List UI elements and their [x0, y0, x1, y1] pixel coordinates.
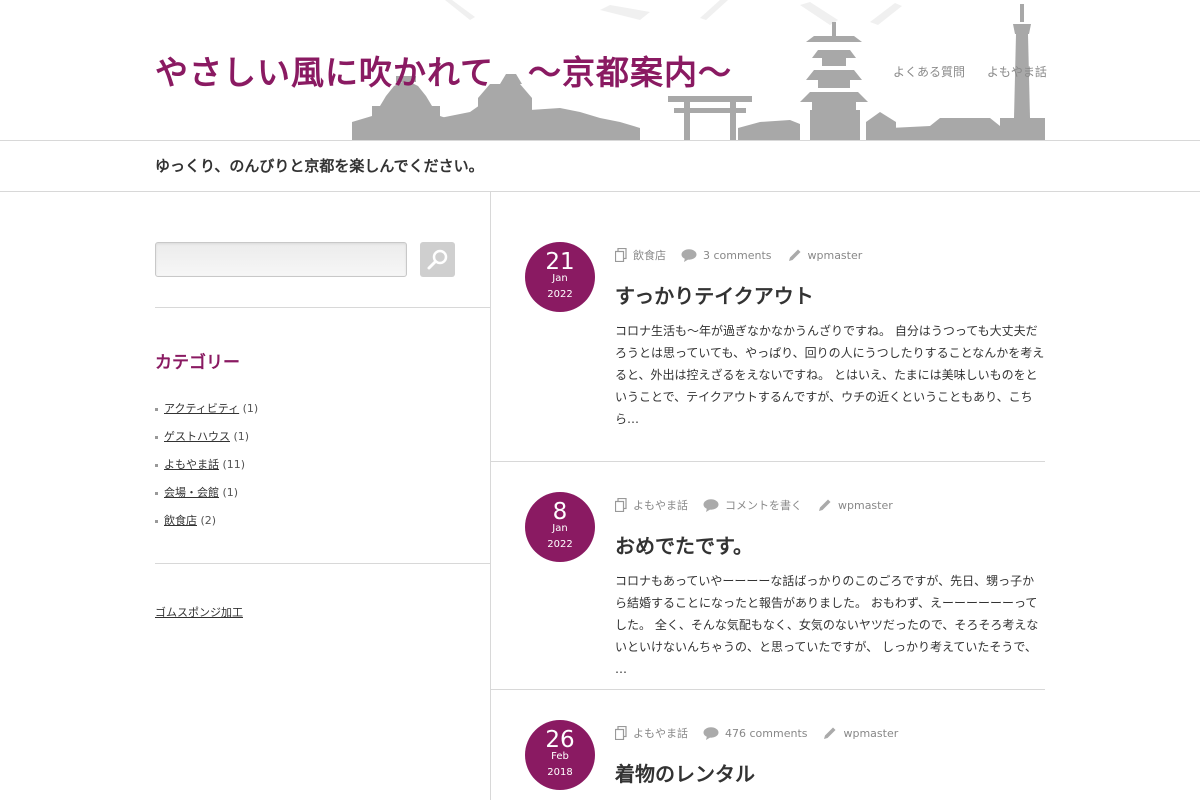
bullet-icon: [155, 463, 158, 467]
post-author-label[interactable]: wpmaster: [838, 499, 893, 512]
date-month: Jan: [552, 273, 568, 284]
category-count: (11): [222, 458, 246, 471]
category-item: 会場・会館 (1): [155, 484, 258, 512]
post-comments-label[interactable]: コメントを書く: [725, 497, 802, 513]
post-meta: よもやま話 コメントを書く wpmaster: [615, 497, 908, 513]
post-entry: 21 Jan 2022 飲食店 3 comments wpmaster すっかり…: [491, 242, 1045, 462]
date-badge: 21 Jan 2022: [525, 242, 595, 312]
bullet-icon: [155, 491, 158, 495]
post-author[interactable]: wpmaster: [817, 498, 893, 513]
post-entry: 26 Feb 2018 よもやま話 476 comments wpmaster …: [491, 720, 1045, 800]
search-button[interactable]: [420, 242, 455, 277]
date-year: 2022: [547, 539, 573, 550]
top-navigation: よくある質問 よもやま話: [893, 63, 1065, 80]
search-icon: [427, 249, 448, 270]
bullet-icon: [155, 407, 158, 411]
category-count: (1): [233, 430, 250, 443]
post-author[interactable]: wpmaster: [822, 726, 898, 741]
post-meta: よもやま話 476 comments wpmaster: [615, 725, 913, 741]
nav-item-yomoyama[interactable]: よもやま話: [987, 65, 1047, 79]
comment-icon: [703, 498, 719, 512]
post-comments[interactable]: コメントを書く: [703, 497, 802, 513]
bullet-icon: [155, 519, 158, 523]
category-link[interactable]: アクティビティ: [164, 402, 239, 415]
post-comments-label[interactable]: 476 comments: [725, 727, 807, 740]
comment-icon: [681, 248, 697, 262]
date-month: Jan: [552, 523, 568, 534]
post-author[interactable]: wpmaster: [787, 248, 863, 263]
sidebar: カテゴリー アクティビティ (1) ゲストハウス (1) よもやま話 (11) …: [155, 192, 490, 800]
document-icon: [615, 726, 627, 740]
category-count: (1): [222, 486, 239, 499]
date-badge: 8 Jan 2022: [525, 492, 595, 562]
post-category-label[interactable]: よもやま話: [633, 725, 688, 741]
post-title[interactable]: 着物のレンタル: [615, 758, 755, 787]
post-divider: [491, 689, 1045, 690]
category-item: アクティビティ (1): [155, 400, 258, 428]
site-header: やさしい風に吹かれて 〜京都案内〜 よくある質問 よもやま話: [0, 0, 1200, 141]
nav-item-faq[interactable]: よくある質問: [893, 65, 965, 79]
post-title[interactable]: すっかりテイクアウト: [615, 280, 814, 309]
site-tagline: ゆっくり、のんびりと京都を楽しんでください。: [155, 157, 484, 175]
post-category[interactable]: よもやま話: [615, 497, 688, 513]
date-day: 21: [545, 249, 575, 275]
category-link[interactable]: 飲食店: [164, 514, 197, 527]
post-entry: 8 Jan 2022 よもやま話 コメントを書く wpmaster おめでたです…: [491, 492, 1045, 690]
category-link[interactable]: 会場・会館: [164, 486, 219, 499]
tagline-bar: ゆっくり、のんびりと京都を楽しんでください。: [0, 141, 1200, 192]
post-comments[interactable]: 476 comments: [703, 727, 807, 740]
site-title[interactable]: やさしい風に吹かれて 〜京都案内〜: [155, 46, 732, 94]
date-month: Feb: [551, 751, 569, 762]
document-icon: [615, 498, 627, 512]
categories-heading: カテゴリー: [155, 353, 240, 373]
pencil-icon: [788, 249, 800, 261]
sidebar-divider: [155, 563, 490, 564]
post-title[interactable]: おめでたです。: [615, 530, 753, 559]
pencil-icon: [824, 727, 836, 739]
date-day: 26: [545, 727, 575, 753]
date-year: 2022: [547, 289, 573, 300]
sidebar-divider: [155, 307, 490, 308]
date-badge: 26 Feb 2018: [525, 720, 595, 790]
post-comments[interactable]: 3 comments: [681, 249, 772, 262]
post-divider: [491, 461, 1045, 462]
category-item: ゲストハウス (1): [155, 428, 258, 456]
post-author-label[interactable]: wpmaster: [808, 249, 863, 262]
category-count: (1): [242, 402, 259, 415]
post-meta: 飲食店 3 comments wpmaster: [615, 247, 877, 263]
date-day: 8: [552, 499, 568, 525]
post-category-label[interactable]: よもやま話: [633, 497, 688, 513]
category-link[interactable]: ゲストハウス: [164, 430, 230, 443]
post-category[interactable]: 飲食店: [615, 247, 666, 263]
bullet-icon: [155, 435, 158, 439]
post-category-label[interactable]: 飲食店: [633, 247, 666, 263]
date-year: 2018: [547, 767, 573, 778]
pencil-icon: [819, 499, 831, 511]
comment-icon: [703, 726, 719, 740]
category-item: よもやま話 (11): [155, 456, 258, 484]
category-item: 飲食店 (2): [155, 512, 258, 540]
post-category[interactable]: よもやま話: [615, 725, 688, 741]
post-excerpt: コロナもあっていやーーーーな話ばっかりのこのごろですが、先日、甥っ子から結婚する…: [615, 574, 1039, 676]
category-list: アクティビティ (1) ゲストハウス (1) よもやま話 (11) 会場・会館 …: [155, 400, 258, 540]
sidebar-link-gomu-sponge[interactable]: ゴムスポンジ加工: [155, 604, 243, 620]
document-icon: [615, 248, 627, 262]
search-input[interactable]: [155, 242, 407, 277]
post-comments-label[interactable]: 3 comments: [703, 249, 772, 262]
post-author-label[interactable]: wpmaster: [843, 727, 898, 740]
category-count: (2): [200, 514, 217, 527]
post-excerpt: コロナ生活も〜年が過ぎなかなかうんざりですね。 自分はうつっても大丈夫だろうとは…: [615, 324, 1045, 426]
category-link[interactable]: よもやま話: [164, 458, 219, 471]
